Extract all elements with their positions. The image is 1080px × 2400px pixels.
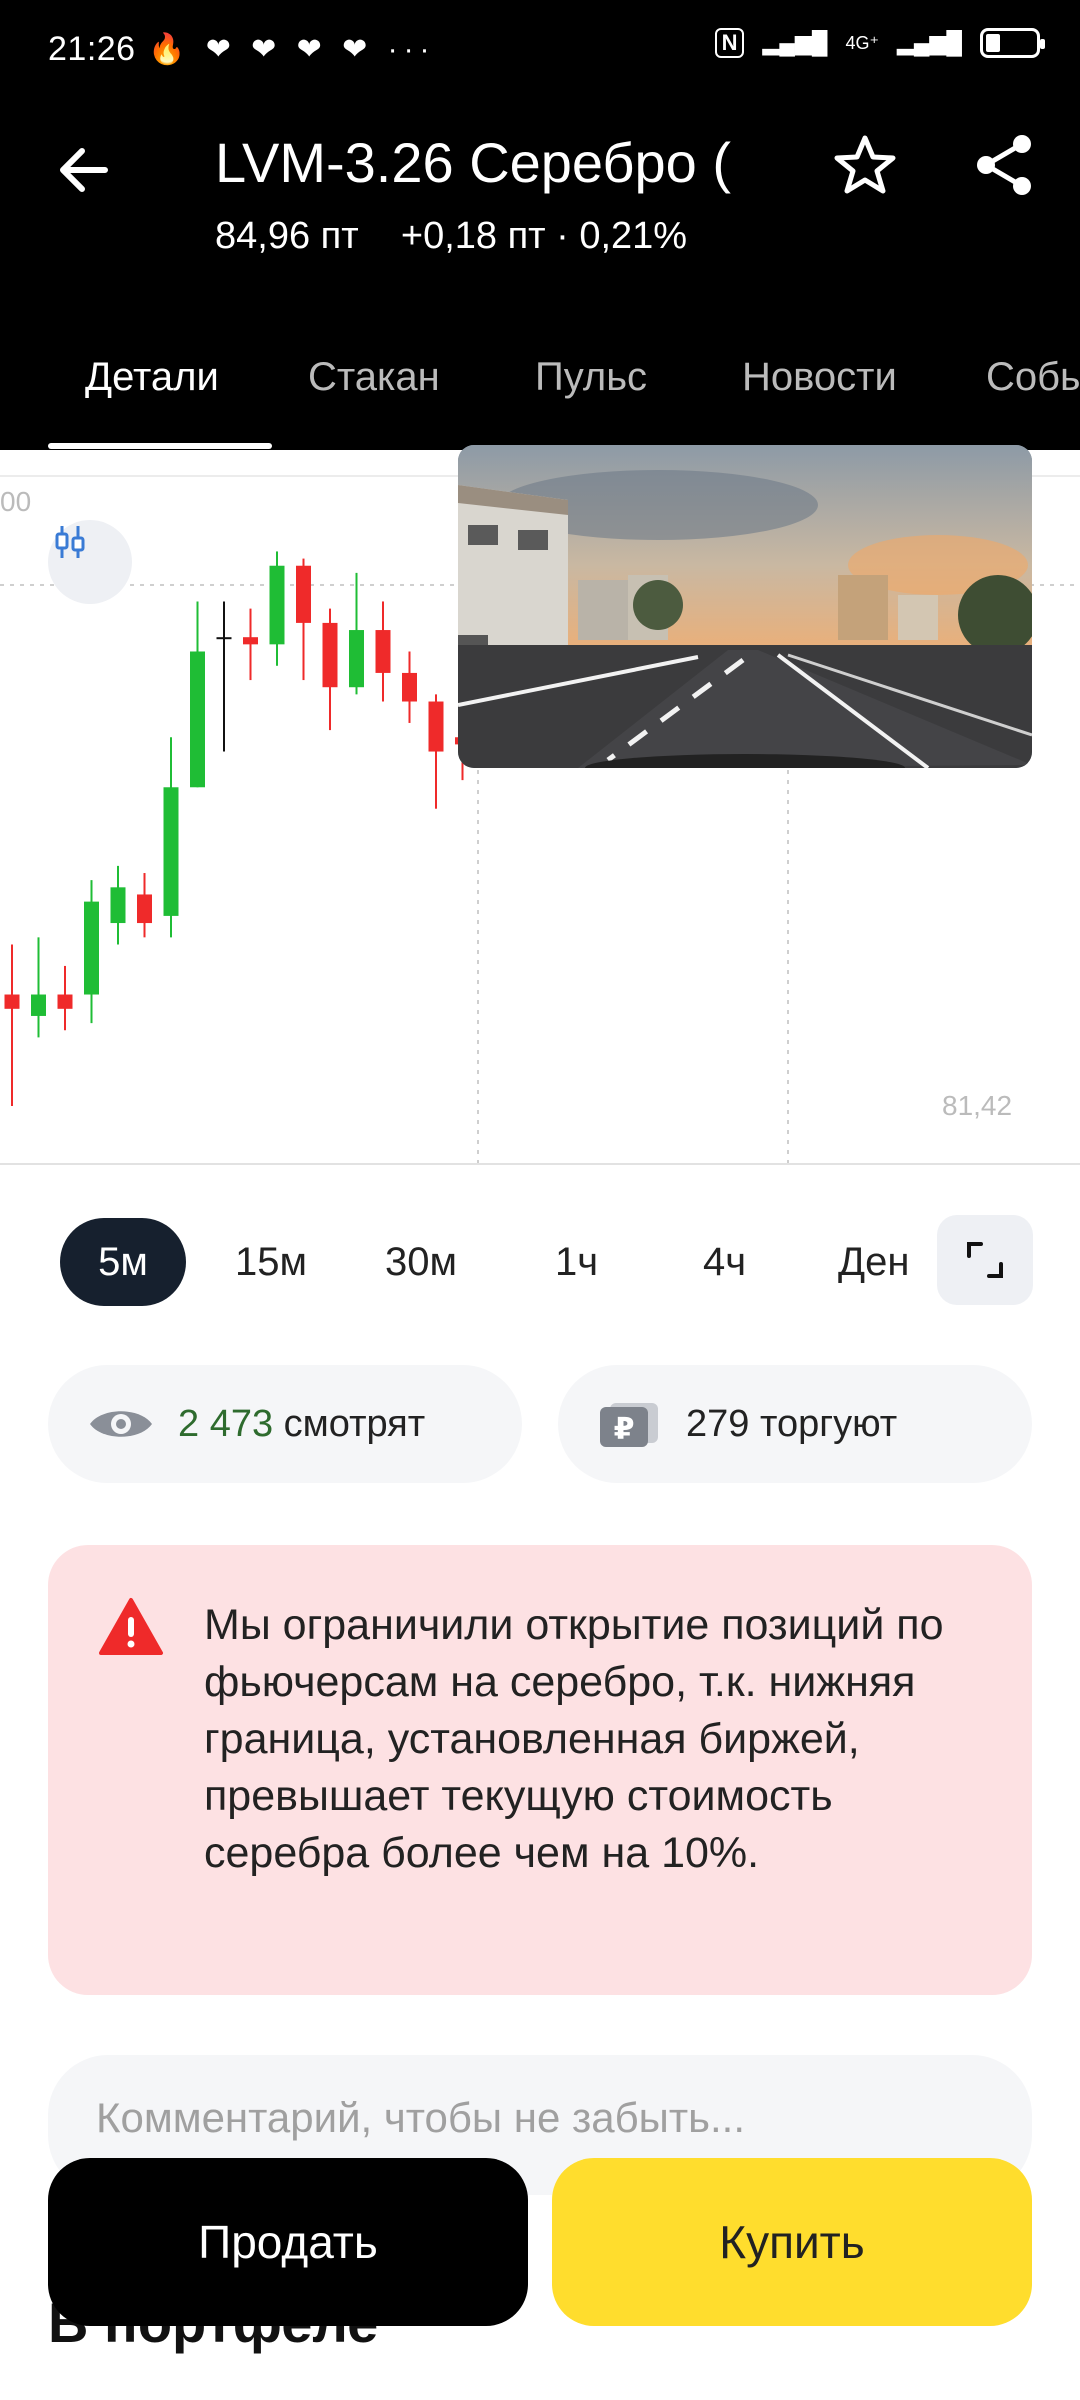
buy-button[interactable]: Купить	[552, 2158, 1032, 2326]
watchers-count: 2 473	[178, 1402, 274, 1445]
alert-message: Мы ограничили открытие позиций по фьючер…	[204, 1601, 944, 1877]
candle-body	[57, 994, 73, 1009]
candle-body	[428, 701, 444, 752]
candle-body	[216, 637, 232, 640]
status-bar: 21:26 🔥 ❤ ❤ ❤ ❤ ··· N ▂▄▆█ 4G⁺ ▂▄▆█	[0, 0, 1080, 100]
share-icon	[977, 135, 1031, 195]
traders-badge: ₽ 279 торгуют	[558, 1365, 1032, 1483]
traders-text: 279 торгуют	[686, 1403, 897, 1446]
ruble-card-icon: ₽	[600, 1403, 658, 1447]
favorite-button[interactable]	[830, 130, 900, 200]
traders-label: торгуют	[749, 1402, 898, 1445]
watchers-text: 2 473 смотрят	[178, 1403, 425, 1446]
price-axis-top-label: 00	[0, 486, 32, 517]
back-button[interactable]	[50, 135, 120, 205]
timeframe-1h[interactable]: 1ч	[555, 1218, 598, 1306]
signal-icon: ▂▄▆█	[896, 30, 962, 55]
status-right: N ▂▄▆█ 4G⁺ ▂▄▆█	[714, 28, 1045, 58]
candle-body	[322, 622, 338, 688]
notification-icons: 🔥 ❤ ❤ ❤ ❤ ···	[148, 33, 436, 66]
warning-icon	[99, 1598, 163, 1655]
timeframe-selector: 5м 15м 30м 1ч 4ч Ден	[0, 1210, 1080, 1310]
expand-icon	[967, 1242, 1003, 1278]
star-icon	[834, 135, 896, 194]
instrument-title: LVM-3.26 Серебро (	[215, 131, 732, 194]
eye-icon	[90, 1411, 152, 1437]
price-axis-bottom-label: 81,42	[942, 1090, 1013, 1121]
candles-icon	[55, 526, 85, 558]
price-line: 84,96 пт +0,18 пт · 0,21%	[215, 215, 687, 258]
app-header: 21:26 🔥 ❤ ❤ ❤ ❤ ··· N ▂▄▆█ 4G⁺ ▂▄▆█ LVM-…	[0, 0, 1080, 450]
watchers-badge: 2 473 смотрят	[48, 1365, 522, 1483]
candle-body	[269, 565, 285, 645]
battery-icon	[980, 28, 1045, 58]
candle-body	[243, 637, 258, 645]
nfc-icon: N	[714, 28, 745, 58]
candle-body	[190, 651, 205, 788]
timeframe-4h[interactable]: 4ч	[703, 1218, 746, 1306]
svg-text:₽: ₽	[614, 1412, 635, 1447]
candle-body	[137, 894, 152, 924]
tab-bar: Детали Стакан Пульс Новости Собы	[0, 330, 1080, 450]
timeframe-30m[interactable]: 30м	[385, 1218, 457, 1306]
current-price: 84,96 пт	[215, 215, 359, 257]
share-button[interactable]	[970, 130, 1040, 200]
tab-orderbook[interactable]: Стакан	[308, 355, 440, 400]
candle-body	[110, 887, 126, 924]
traders-count: 279	[686, 1402, 750, 1445]
price-change: +0,18 пт · 0,21%	[400, 215, 688, 257]
indicators-button[interactable]	[48, 520, 132, 604]
timeframe-15m[interactable]: 15м	[235, 1218, 307, 1306]
signal-icon: ▂▄▆█	[762, 30, 828, 55]
candle-body	[349, 630, 364, 688]
picture-in-picture-video[interactable]	[458, 445, 1032, 768]
tab-events[interactable]: Собы	[986, 355, 1080, 400]
tab-details[interactable]: Детали	[85, 355, 219, 400]
candle-body	[31, 994, 46, 1016]
candle-body	[375, 630, 391, 673]
comment-input[interactable]	[96, 2083, 976, 2153]
candle-body	[4, 994, 20, 1009]
timeframe-day[interactable]: Ден	[838, 1218, 910, 1306]
status-time: 21:26	[48, 30, 136, 68]
candle-body	[163, 787, 179, 916]
tab-pulse[interactable]: Пульс	[535, 355, 647, 400]
fullscreen-button[interactable]	[937, 1215, 1033, 1305]
candle-body	[402, 672, 417, 702]
candle-body	[84, 901, 99, 995]
sell-button[interactable]: Продать	[48, 2158, 528, 2326]
network-label: 4G⁺	[845, 32, 879, 53]
active-tab-indicator	[48, 443, 272, 449]
watchers-label: смотрят	[273, 1402, 426, 1445]
video-frame-image	[458, 445, 1032, 768]
restriction-alert: Мы ограничили открытие позиций по фьючер…	[48, 1545, 1032, 1995]
arrow-left-icon	[60, 148, 108, 192]
tab-news[interactable]: Новости	[742, 355, 897, 400]
candle-body	[296, 565, 311, 623]
timeframe-5m[interactable]: 5м	[60, 1218, 186, 1306]
